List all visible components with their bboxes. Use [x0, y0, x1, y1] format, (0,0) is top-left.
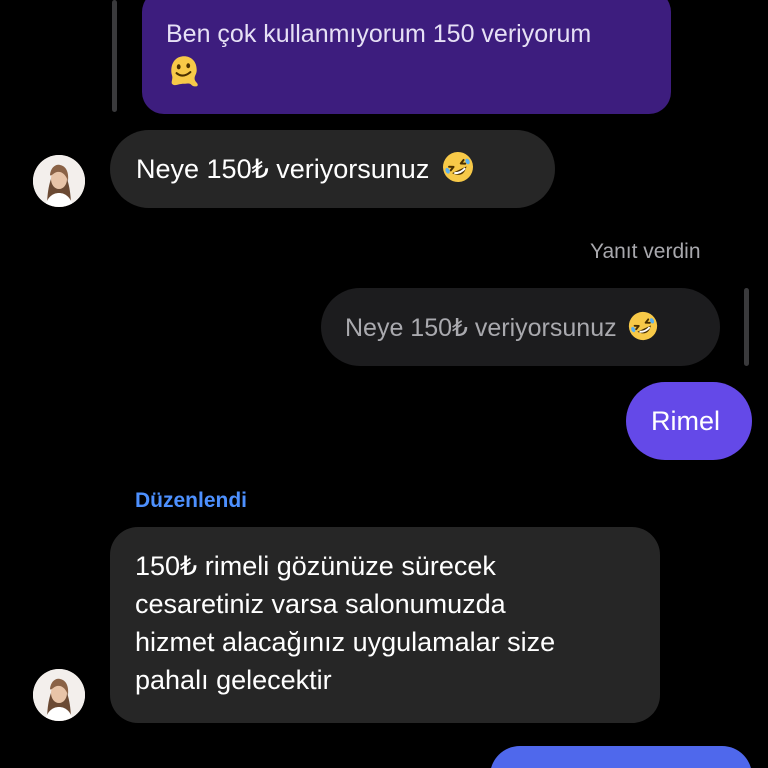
incoming-message[interactable]: Neye 150₺ veriyorsunuz	[110, 130, 555, 208]
incoming-message-text: Neye 150₺ veriyorsunuz	[136, 154, 430, 184]
reply-quote-message[interactable]: Neye 150₺ veriyorsunuz	[321, 288, 720, 366]
incoming-message-line: hizmet alacağınız uygulamalar size	[135, 627, 556, 657]
rolling-on-floor-laughing-emoji	[628, 311, 657, 341]
rolling-on-floor-laughing-emoji	[443, 152, 474, 182]
sender-avatar[interactable]	[33, 669, 85, 721]
avatar-photo	[33, 669, 85, 721]
incoming-message[interactable]: 150₺ rimeli gözünüze sürecek cesaretiniz…	[110, 527, 660, 723]
edited-label: Düzenlendi	[135, 489, 248, 512]
outgoing-message-text: Rimel	[651, 406, 721, 436]
outgoing-message-partial[interactable]	[490, 746, 752, 768]
outgoing-message[interactable]: Rimel	[626, 382, 752, 460]
sender-avatar[interactable]	[33, 155, 85, 207]
avatar-photo	[33, 155, 85, 207]
chat-thread[interactable]: Ben çok kullanmıyorum 150 veriyorum Neye…	[0, 0, 768, 768]
incoming-message-line: cesaretiniz varsa salonumuzda	[135, 589, 506, 619]
reply-quote-bar	[112, 0, 117, 112]
incoming-message-line: pahalı gelecektir	[135, 665, 332, 695]
quoted-outgoing-message[interactable]: Ben çok kullanmıyorum 150 veriyorum	[142, 0, 671, 114]
reply-quote-text: Neye 150₺ veriyorsunuz	[345, 314, 617, 342]
quoted-outgoing-text: Ben çok kullanmıyorum 150 veriyorum	[166, 20, 592, 48]
reply-quote-bar	[744, 288, 749, 366]
incoming-message-line: 150₺ rimeli gözünüze sürecek	[135, 551, 496, 581]
reply-status: Yanıt verdin	[590, 240, 701, 263]
melting-face-emoji	[171, 56, 198, 87]
